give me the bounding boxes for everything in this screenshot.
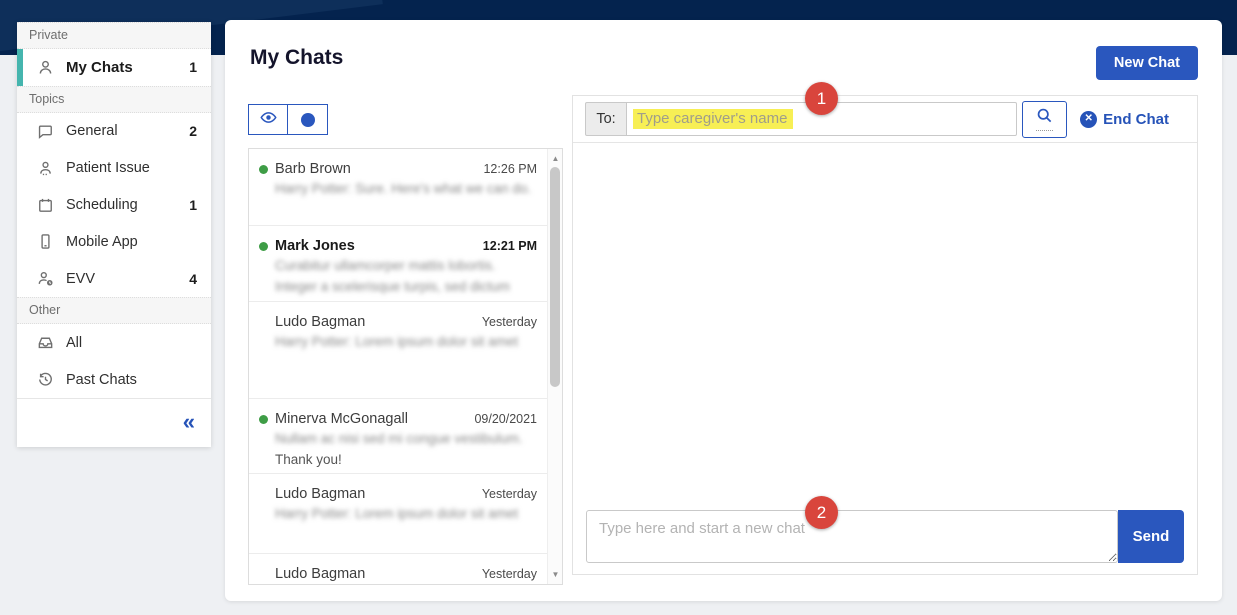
chat-row-ludo-bagman-3[interactable]: Ludo Bagman Yesterday (249, 554, 547, 584)
scroll-up-arrow-icon[interactable]: ▲ (548, 151, 563, 166)
chat-row-ludo-bagman-1[interactable]: Ludo Bagman Yesterday Harry Potter: Lore… (249, 302, 547, 399)
chat-name: Barb Brown (275, 161, 483, 177)
chat-time: Yesterday (482, 315, 537, 329)
chat-filter-group (248, 104, 328, 135)
message-input[interactable] (586, 510, 1118, 563)
sidebar-footer: « (17, 398, 211, 447)
conversation-message-area (573, 143, 1197, 510)
sidebar-item-mobile-app[interactable]: Mobile App (17, 224, 211, 261)
sidebar-item-count: 1 (189, 59, 197, 75)
calendar-icon (37, 197, 54, 214)
chat-row-barb-brown[interactable]: Barb Brown 12:26 PM Harry Potter: Sure. … (249, 149, 547, 226)
chat-preview-redacted: Curabitur ullamcorper mattis lobortis. (275, 258, 537, 275)
chat-time: 12:26 PM (483, 162, 537, 176)
chat-name: Ludo Bagman (275, 486, 482, 502)
offline-dot-icon (259, 490, 268, 499)
sidebar-item-all[interactable]: All (17, 324, 211, 361)
person-icon (37, 59, 54, 76)
callout-badge-1: 1 (805, 82, 838, 115)
search-icon (1036, 107, 1053, 131)
scroll-down-arrow-icon[interactable]: ▼ (548, 567, 563, 582)
chat-bubble-icon (37, 123, 54, 140)
chat-preview-redacted: Harry Potter: Sure. Here's what we can d… (275, 181, 537, 198)
sidebar-item-label: My Chats (66, 59, 189, 76)
chat-list-scrollbar[interactable]: ▲ ▼ (547, 149, 562, 584)
sidebar-item-my-chats[interactable]: My Chats 1 (17, 49, 211, 86)
offline-dot-icon (259, 318, 268, 327)
close-circle-icon: ✕ (1080, 111, 1097, 128)
conversation-panel: 1 2 To: Type caregiver's name ✕ End Chat… (572, 95, 1198, 575)
end-chat-label: End Chat (1103, 111, 1169, 128)
chat-preview: Thank you! (275, 452, 537, 469)
sidebar-item-label: EVV (66, 271, 189, 287)
offline-dot-icon (259, 570, 268, 579)
chat-name: Ludo Bagman (275, 566, 482, 582)
chat-preview-redacted: Harry Potter: Lorem ipsum dolor sit amet (275, 334, 537, 351)
chat-preview-redacted: Integer a scelerisque turpis, sed dictum (275, 279, 537, 296)
chat-time: 12:21 PM (483, 239, 537, 253)
sidebar-item-count: 2 (189, 123, 197, 139)
sidebar-section-private: Private (17, 22, 211, 49)
main-panel: My Chats New Chat Barb Brown 12:26 PM Ha… (225, 20, 1222, 601)
online-dot-icon (259, 165, 268, 174)
callout-badge-2: 2 (805, 496, 838, 529)
sidebar-item-label: Patient Issue (66, 160, 197, 176)
sidebar-item-general[interactable]: General 2 (17, 113, 211, 150)
sidebar-item-label: General (66, 123, 189, 139)
to-row: To: Type caregiver's name ✕ End Chat (573, 96, 1197, 143)
caregiver-name-placeholder: Type caregiver's name (633, 109, 793, 129)
mobile-icon (37, 233, 54, 250)
sidebar-section-topics: Topics (17, 86, 211, 113)
chat-time: Yesterday (482, 487, 537, 501)
chat-name: Ludo Bagman (275, 314, 482, 330)
chat-preview-redacted: Harry Potter: Lorem ipsum dolor sit amet (275, 506, 537, 523)
chat-row-mark-jones[interactable]: Mark Jones 12:21 PM Curabitur ullamcorpe… (249, 226, 547, 302)
sidebar-item-past-chats[interactable]: Past Chats (17, 361, 211, 398)
chat-time: Yesterday (482, 567, 537, 581)
online-dot-icon (259, 415, 268, 424)
inbox-icon (37, 334, 54, 351)
person-clock-icon (37, 270, 54, 287)
chat-row-minerva-mcgonagall[interactable]: Minerva McGonagall 09/20/2021 Nullam ac … (249, 399, 547, 474)
online-dot-icon (259, 242, 268, 251)
filter-read-button[interactable] (248, 104, 288, 135)
chat-list: Barb Brown 12:26 PM Harry Potter: Sure. … (248, 148, 563, 585)
chat-row-ludo-bagman-2[interactable]: Ludo Bagman Yesterday Harry Potter: Lore… (249, 474, 547, 554)
chat-name: Mark Jones (275, 238, 483, 254)
chat-name: Minerva McGonagall (275, 411, 474, 427)
search-button[interactable] (1022, 101, 1067, 138)
sidebar-item-count: 4 (189, 271, 197, 287)
patient-icon (37, 160, 54, 177)
sidebar-item-count: 1 (189, 197, 197, 213)
sidebar-collapse-button[interactable]: « (183, 411, 193, 433)
to-label: To: (585, 102, 627, 136)
filled-dot-icon (301, 113, 315, 127)
sidebar-item-label: All (66, 335, 197, 351)
sidebar-item-scheduling[interactable]: Scheduling 1 (17, 187, 211, 224)
sidebar-item-label: Mobile App (66, 234, 197, 250)
eye-icon (260, 109, 277, 131)
page-title: My Chats (250, 46, 343, 70)
chat-preview-redacted: Nullam ac nisi sed mi congue vestibulum. (275, 431, 537, 448)
chat-time: 09/20/2021 (474, 412, 537, 426)
filter-unread-button[interactable] (288, 104, 328, 135)
sidebar-item-label: Past Chats (66, 372, 197, 388)
sidebar: Private My Chats 1 Topics General 2 Pati… (17, 22, 211, 447)
history-icon (37, 371, 54, 388)
send-button[interactable]: Send (1118, 510, 1184, 563)
sidebar-section-other: Other (17, 297, 211, 324)
scrollbar-thumb[interactable] (550, 167, 560, 387)
end-chat-button[interactable]: ✕ End Chat (1080, 111, 1169, 128)
sidebar-item-evv[interactable]: EVV 4 (17, 260, 211, 297)
compose-row: Send (573, 510, 1197, 563)
new-chat-button[interactable]: New Chat (1096, 46, 1198, 80)
sidebar-item-label: Scheduling (66, 197, 189, 213)
sidebar-item-patient-issue[interactable]: Patient Issue (17, 150, 211, 187)
